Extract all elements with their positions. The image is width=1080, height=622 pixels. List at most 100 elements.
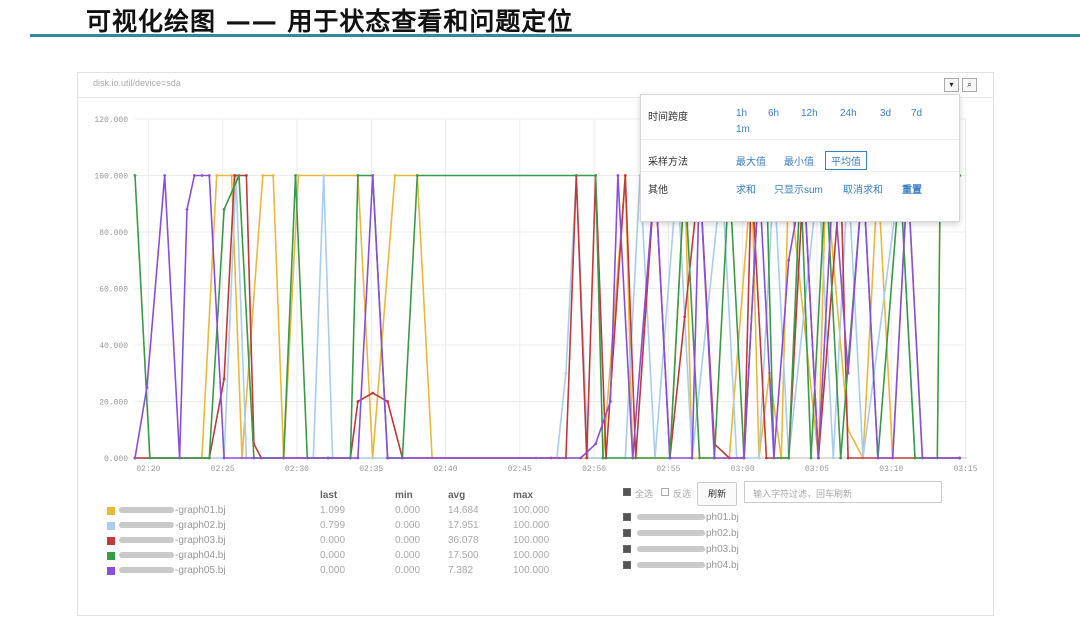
- legend-row[interactable]: -graph05.bj 0.000 0.000 7.382 100.000: [105, 565, 575, 579]
- select-all-checkbox[interactable]: [623, 488, 631, 496]
- reset-option[interactable]: 重置: [902, 181, 922, 196]
- data-point: [245, 174, 248, 177]
- legend-min: 0.000: [395, 520, 421, 531]
- filter-input[interactable]: 输入字符过滤，回车刷新: [744, 481, 942, 503]
- data-point: [163, 174, 167, 177]
- data-point: [322, 174, 326, 177]
- legend-row[interactable]: -graph04.bj 0.000 0.000 17.500 100.000: [105, 550, 575, 564]
- data-point: [876, 456, 880, 460]
- legend-avg: 17.951: [448, 520, 479, 531]
- data-point: [839, 456, 843, 460]
- cancel-sum-option[interactable]: 取消求和: [843, 181, 883, 196]
- sampling-option-avg[interactable]: 平均值: [825, 151, 867, 170]
- data-point: [958, 456, 961, 460]
- legend-series-name: -graph05.bj: [119, 565, 226, 576]
- legend-max: 100.000: [513, 520, 550, 531]
- data-point: [594, 174, 597, 177]
- time-option-6h[interactable]: 6h: [768, 108, 779, 119]
- legend-header-last: last: [320, 490, 338, 501]
- data-point: [787, 258, 791, 262]
- data-point: [356, 174, 360, 177]
- legend-header-max: max: [513, 490, 534, 501]
- legend-swatch: [107, 522, 115, 530]
- data-point: [623, 174, 627, 177]
- legend-avg: 7.382: [448, 565, 474, 576]
- data-point: [601, 456, 605, 460]
- x-tick-label: 03:05: [805, 465, 829, 474]
- legend-row[interactable]: -graph03.bj 0.000 0.000 36.078 100.000: [105, 535, 575, 549]
- data-point: [564, 371, 568, 375]
- legend-max: 100.000: [513, 505, 550, 516]
- data-point: [616, 174, 620, 177]
- time-option-3d[interactable]: 3d: [880, 108, 891, 119]
- data-point: [921, 456, 924, 460]
- invert-checkbox[interactable]: [661, 488, 669, 496]
- select-all-label: 全选: [635, 489, 654, 499]
- legend-series-name: -graph01.bj: [119, 505, 226, 516]
- data-point: [356, 456, 360, 460]
- legend-series-name: -graph03.bj: [119, 535, 226, 546]
- legend-swatch: [107, 567, 115, 575]
- data-point: [252, 456, 256, 460]
- data-point: [772, 456, 776, 460]
- legend-min: 0.000: [395, 550, 421, 561]
- x-tick-label: 03:10: [879, 465, 903, 474]
- host-name: ph02.bj: [637, 528, 739, 539]
- time-option-7d[interactable]: 7d: [911, 108, 922, 119]
- data-point: [787, 456, 791, 460]
- host-name: ph03.bj: [637, 544, 739, 555]
- legend-last: 0.000: [320, 565, 346, 576]
- time-option-12h[interactable]: 12h: [801, 108, 818, 119]
- legend-row[interactable]: -graph02.bj 0.799 0.000 17.951 100.000: [105, 520, 575, 534]
- host-checkbox[interactable]: [623, 545, 631, 553]
- popover-divider: [641, 139, 959, 140]
- host-checkbox[interactable]: [623, 529, 631, 537]
- y-tick-label: 20.000: [99, 399, 128, 408]
- data-point: [594, 442, 597, 446]
- refresh-button[interactable]: 刷新: [697, 482, 737, 506]
- data-point: [846, 456, 850, 460]
- legend-max: 100.000: [513, 535, 550, 546]
- data-point: [222, 377, 226, 381]
- data-point: [831, 456, 835, 460]
- data-point: [393, 174, 397, 177]
- data-point: [294, 174, 297, 177]
- data-point: [145, 386, 149, 389]
- sampling-option-min[interactable]: 最小值: [784, 153, 814, 168]
- x-tick-label: 03:00: [731, 465, 755, 474]
- data-point: [215, 174, 219, 177]
- data-point: [891, 456, 895, 460]
- sampling-option-max[interactable]: 最大值: [736, 153, 766, 168]
- data-point: [178, 456, 182, 460]
- data-point: [230, 174, 234, 177]
- data-point: [386, 400, 389, 403]
- x-tick-label: 02:50: [582, 465, 606, 474]
- time-option-1h[interactable]: 1h: [736, 108, 747, 119]
- host-checkbox[interactable]: [623, 513, 631, 521]
- x-tick-label: 02:25: [211, 465, 235, 474]
- time-option-24h[interactable]: 24h: [840, 108, 857, 119]
- data-point: [683, 315, 687, 319]
- time-option-1m[interactable]: 1m: [736, 124, 750, 135]
- popover-divider: [641, 171, 959, 172]
- legend-series-name: -graph02.bj: [119, 520, 226, 531]
- data-point: [207, 456, 211, 460]
- data-point: [185, 208, 189, 211]
- data-point: [133, 174, 137, 177]
- host-checkbox[interactable]: [623, 561, 631, 569]
- data-point: [222, 456, 226, 460]
- data-point: [133, 456, 137, 460]
- y-tick-label: 0.000: [104, 455, 128, 464]
- host-name: ph01.bj: [637, 512, 739, 523]
- legend-last: 1.099: [320, 505, 346, 516]
- sum-option[interactable]: 求和: [736, 181, 756, 196]
- legend-swatch: [107, 507, 115, 515]
- legend-series-name: -graph04.bj: [119, 550, 226, 561]
- legend-last: 0.000: [320, 550, 346, 561]
- legend-row[interactable]: -graph01.bj 1.099 0.000 14.684 100.000: [105, 505, 575, 519]
- x-tick-label: 02:35: [359, 465, 383, 474]
- data-point: [237, 174, 241, 177]
- show-sum-only-option[interactable]: 只显示sum: [774, 181, 823, 196]
- x-tick-label: 03:15: [954, 465, 978, 474]
- data-point: [757, 456, 761, 460]
